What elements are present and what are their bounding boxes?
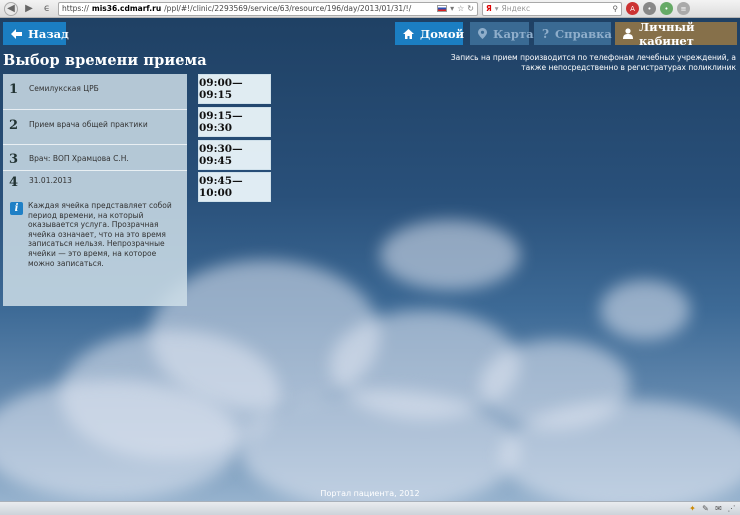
site-favicon-icon: ϵ [43, 3, 51, 14]
browser-toolbar: ◀ ▶ ϵ https://mis36.cdmarf.ru/ppl/#!/cli… [0, 0, 740, 18]
info-icon: i [10, 202, 23, 215]
step-clinic[interactable]: 1 Семилукская ЦРБ [3, 74, 187, 110]
step-service[interactable]: 2 Прием врача общей практики [3, 110, 187, 145]
addon-status-icon[interactable]: ✦ [688, 504, 697, 513]
selection-summary-panel: 1 Семилукская ЦРБ 2 Прием врача общей пр… [3, 74, 187, 306]
help-button-label: Справка [555, 26, 612, 41]
user-icon [623, 28, 633, 39]
url-path: /ppl/#!/clinic/2293569/service/63/resour… [164, 4, 412, 13]
home-button[interactable]: Домой [395, 22, 465, 45]
mail-icon[interactable]: ✉ [714, 504, 723, 513]
step-text: Прием врача общей практики [29, 120, 148, 129]
pencil-icon[interactable]: ✎ [701, 504, 710, 513]
browser-back-button[interactable]: ◀ [4, 1, 18, 16]
step-number: 4 [9, 175, 19, 190]
page-title: Выбор времени приема [3, 52, 207, 69]
bookmark-star-icon[interactable]: ☆ [457, 4, 464, 13]
help-button[interactable]: ? Справка [534, 22, 612, 45]
personal-cabinet-label: Личный кабинет [639, 19, 695, 48]
time-slot[interactable]: 09:15—09:30 [198, 107, 271, 137]
browser-forward-button[interactable]: ▶ [22, 2, 36, 16]
step-text: Семилукская ЦРБ [29, 84, 99, 93]
step-text: 31.01.2013 [29, 176, 72, 185]
search-engine-dropdown-icon[interactable]: ▾ [495, 4, 499, 13]
arrow-left-icon [11, 28, 22, 39]
house-icon [403, 28, 414, 39]
yandex-logo-icon: Я [486, 4, 492, 13]
personal-cabinet-button[interactable]: Личный кабинет [615, 19, 737, 48]
search-placeholder: Яндекс [501, 4, 531, 13]
step-number: 2 [9, 118, 19, 133]
address-bar[interactable]: https://mis36.cdmarf.ru/ppl/#!/clinic/22… [58, 1, 478, 16]
russia-flag-icon [437, 5, 448, 12]
step-doctor[interactable]: 3 Врач: ВОП Храмцова С.Н. [3, 145, 187, 171]
browser-search-box[interactable]: Я ▾ Яндекс ⚲ [482, 1, 622, 16]
arrow-right-icon: ▶ [25, 3, 33, 14]
map-pin-icon [478, 28, 487, 39]
reload-icon[interactable]: ↻ [467, 4, 474, 13]
question-mark-icon: ? [542, 26, 550, 41]
magnifier-icon[interactable]: ⚲ [613, 4, 619, 13]
arrow-left-icon: ◀ [7, 3, 15, 14]
adblock-addon-icon[interactable]: A [626, 2, 639, 15]
step-number: 1 [9, 82, 19, 97]
home-button-label: Домой [420, 26, 465, 41]
page-footer: Портал пациента, 2012 [320, 489, 420, 498]
info-hint: i Каждая ячейка представляет собой перио… [3, 198, 187, 268]
address-bar-tools: ▾ ☆ ↻ [437, 4, 474, 13]
step-date[interactable]: 4 31.01.2013 [3, 171, 187, 198]
map-button[interactable]: Карта [470, 22, 534, 45]
map-button-label: Карта [493, 26, 534, 41]
step-text: Врач: ВОП Храмцова С.Н. [29, 154, 129, 163]
browser-site-icon: ϵ [40, 2, 54, 16]
time-slot[interactable]: 09:00—09:15 [198, 74, 271, 104]
menu-icon[interactable]: ≡ [677, 2, 690, 15]
browser-status-bar: ✦ ✎ ✉ ⋰ [0, 501, 740, 515]
url-domain: mis36.cdmarf.ru [91, 4, 162, 13]
step-number: 3 [9, 152, 19, 167]
time-slot[interactable]: 09:45—10:00 [198, 172, 271, 202]
info-hint-text: Каждая ячейка представляет собой период … [28, 201, 172, 268]
url-prefix: https:// [62, 4, 89, 13]
extension-icon[interactable]: • [660, 2, 673, 15]
appointment-notice: Запись на прием производится по телефона… [450, 53, 736, 72]
back-button[interactable]: Назад [3, 22, 69, 45]
resize-grip-icon[interactable]: ⋰ [727, 504, 736, 513]
back-button-label: Назад [28, 26, 69, 41]
dropdown-arrow-icon[interactable]: ▾ [450, 4, 454, 13]
addon-icon[interactable]: • [643, 2, 656, 15]
time-slot[interactable]: 09:30—09:45 [198, 140, 271, 170]
